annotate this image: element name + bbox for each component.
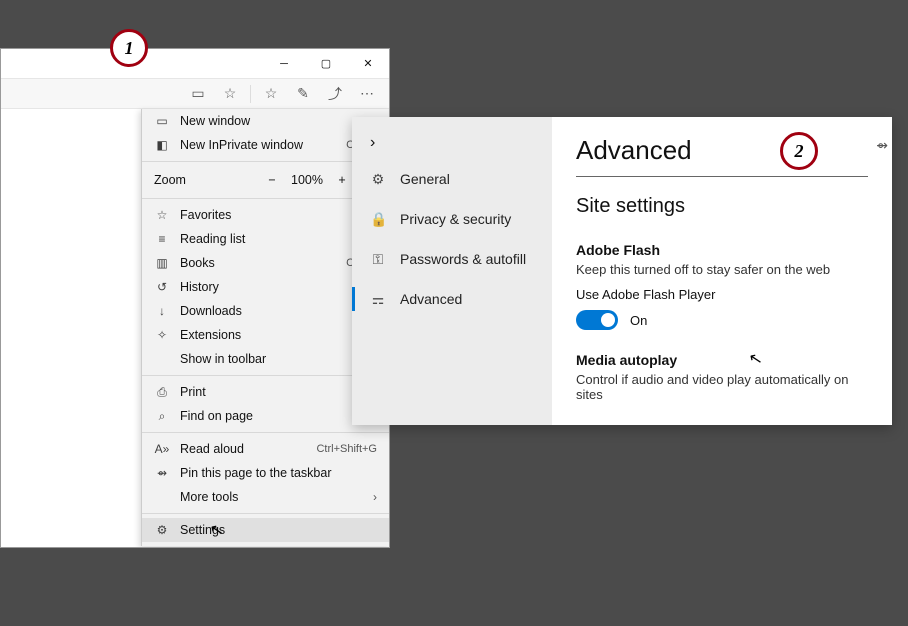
titlebar: ─ ▢ ✕	[1, 49, 389, 79]
history-icon: ↺	[154, 280, 170, 294]
subsection-title: Media autoplay	[576, 352, 868, 368]
zoom-label: Zoom	[154, 173, 253, 187]
badge-number: 1	[125, 38, 134, 59]
download-icon: ↓	[154, 304, 170, 318]
nav-back-button[interactable]: ›	[352, 127, 552, 159]
menu-label: Print	[180, 385, 377, 399]
key-icon: ⚿	[370, 251, 386, 268]
settings-nav: › ⚙ General 🔒 Privacy & security ⚿ Passw…	[352, 117, 552, 425]
divider	[576, 176, 868, 177]
annotation-badge-1: 1	[110, 29, 148, 67]
menu-label: Reading list	[180, 232, 377, 246]
nav-passwords[interactable]: ⚿ Passwords & autofill	[352, 239, 552, 279]
menu-label: Settings	[180, 523, 377, 537]
zoom-value: 100%	[291, 173, 323, 187]
divider	[250, 85, 251, 103]
nav-label: Privacy & security	[400, 211, 511, 227]
toggle-label: Use Adobe Flash Player	[576, 287, 868, 302]
nav-general[interactable]: ⚙ General	[352, 159, 552, 199]
menu-label: New InPrivate window	[180, 138, 336, 152]
more-menu-icon[interactable]: ⋯	[355, 82, 379, 106]
menu-separator	[142, 513, 390, 514]
menu-shortcut: Ctrl+Shift+G	[316, 443, 377, 455]
star-icon: ☆	[154, 208, 170, 222]
section-media-autoplay: Media autoplay Control if audio and vide…	[576, 352, 868, 402]
sliders-icon: ⚎	[370, 291, 386, 308]
menu-separator	[142, 432, 390, 433]
menu-label: Show in toolbar	[180, 352, 363, 366]
minimize-button[interactable]: ─	[263, 49, 305, 79]
subsection-description: Control if audio and video play automati…	[576, 372, 868, 402]
edge-browser-window: ─ ▢ ✕ ▭ ☆ ☆ ✎ ⤴ ⋯ ▭ New window ◧ New InP…	[0, 48, 390, 548]
menu-label: New window	[180, 114, 377, 128]
menu-label: Favorites	[180, 208, 377, 222]
menu-label: Pin this page to the taskbar	[180, 466, 377, 480]
gear-icon: ⚙	[370, 171, 386, 188]
reading-view-icon[interactable]: ▭	[186, 82, 210, 106]
menu-label: Find on page	[180, 409, 377, 423]
toggle-state: On	[630, 313, 647, 328]
nav-label: Advanced	[400, 291, 462, 307]
window-icon: ▭	[154, 114, 170, 128]
section-heading: Site settings	[576, 195, 868, 218]
lock-icon: 🔒	[370, 211, 386, 228]
menu-label: More tools	[180, 490, 363, 504]
pin-pane-icon[interactable]: ⇴	[876, 137, 888, 154]
menu-label: Downloads	[180, 304, 377, 318]
favorites-hub-icon[interactable]: ☆	[259, 82, 283, 106]
extensions-icon: ✧	[154, 328, 170, 342]
search-icon: ⌕	[154, 409, 170, 424]
menu-label: Books	[180, 256, 336, 270]
badge-number: 2	[795, 141, 804, 162]
subsection-title: Adobe Flash	[576, 242, 868, 258]
menu-label: Extensions	[180, 328, 377, 342]
nav-privacy[interactable]: 🔒 Privacy & security	[352, 199, 552, 239]
menu-read-aloud[interactable]: A» Read aloud Ctrl+Shift+G	[142, 437, 390, 461]
favorite-star-icon[interactable]: ☆	[218, 82, 242, 106]
settings-main: ⇴ Advanced Site settings Adobe Flash Kee…	[552, 117, 892, 425]
maximize-button[interactable]: ▢	[305, 49, 347, 79]
section-adobe-flash: Adobe Flash Keep this turned off to stay…	[576, 242, 868, 330]
annotation-badge-2: 2	[780, 132, 818, 170]
zoom-out-button[interactable]: −	[263, 173, 281, 187]
inprivate-icon: ◧	[154, 138, 170, 152]
menu-label: Read aloud	[180, 442, 306, 456]
pin-icon: ⇴	[154, 466, 170, 480]
menu-settings[interactable]: ⚙ Settings	[142, 518, 390, 542]
flash-toggle[interactable]	[576, 310, 618, 330]
flash-toggle-row: On	[576, 310, 868, 330]
gear-icon: ⚙	[154, 523, 170, 537]
chevron-right-icon: ›	[373, 490, 377, 504]
menu-more-tools[interactable]: · More tools ›	[142, 485, 390, 509]
page-title: Advanced	[576, 135, 868, 166]
nav-advanced[interactable]: ⚎ Advanced	[352, 279, 552, 319]
books-icon: ▥	[154, 256, 170, 270]
share-icon[interactable]: ⤴	[323, 82, 347, 106]
subsection-description: Keep this turned off to stay safer on th…	[576, 262, 868, 277]
reading-list-icon: ≡	[154, 232, 170, 246]
print-icon: ⎙	[154, 385, 170, 400]
menu-pin-to-taskbar[interactable]: ⇴ Pin this page to the taskbar	[142, 461, 390, 485]
nav-label: General	[400, 171, 450, 187]
nav-label: Passwords & autofill	[400, 251, 526, 267]
address-bar: ▭ ☆ ☆ ✎ ⤴ ⋯	[1, 79, 389, 109]
zoom-in-button[interactable]: +	[333, 173, 351, 187]
menu-label: History	[180, 280, 377, 294]
read-aloud-icon: A»	[154, 442, 170, 456]
close-button[interactable]: ✕	[347, 49, 389, 79]
chevron-right-icon: ›	[370, 134, 375, 152]
notes-icon[interactable]: ✎	[291, 82, 315, 106]
